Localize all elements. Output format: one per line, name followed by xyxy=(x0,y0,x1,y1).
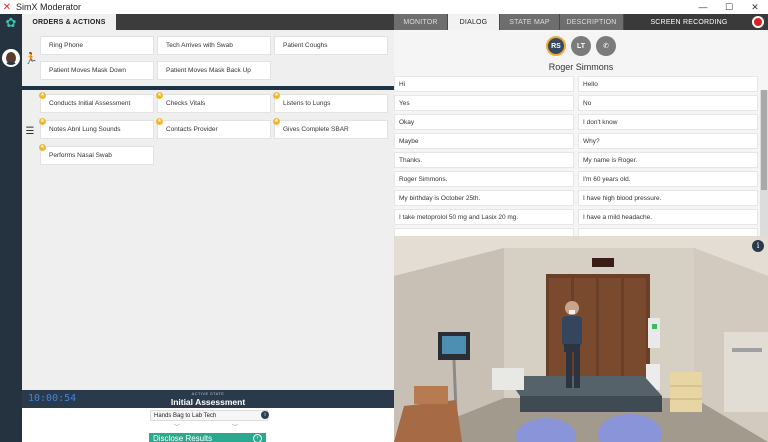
check-vitals[interactable]: ★ Checks Vitals xyxy=(156,92,271,113)
window-controls: — ☐ ✕ xyxy=(690,0,768,14)
title-bar: ✕ SimX Moderator — ☐ ✕ xyxy=(0,0,768,14)
record-icon xyxy=(752,16,764,28)
dialog-line[interactable]: No xyxy=(578,95,758,111)
phone-icon[interactable]: ✆ xyxy=(596,36,616,56)
dialog-line[interactable]: My birthday is October 25th. xyxy=(394,190,574,206)
chevron-down-icon[interactable]: ﹀ xyxy=(232,422,238,431)
star-badge-icon: ★ xyxy=(273,92,280,99)
dialog-line[interactable]: Thanks. xyxy=(394,152,574,168)
check-contacts-provider[interactable]: ★ Contacts Provider xyxy=(156,118,271,139)
tab-state-map[interactable]: STATE MAP xyxy=(500,14,560,30)
check-listens-lungs[interactable]: ★ Listens to Lungs xyxy=(273,92,388,113)
check-abnl-lung-sounds[interactable]: ★ Notes Abnl Lung Sounds xyxy=(39,118,154,139)
star-badge-icon: ★ xyxy=(156,92,163,99)
dialog-line[interactable]: Roger Simmons. xyxy=(394,171,574,187)
close-button[interactable]: ✕ xyxy=(742,0,768,14)
simulation-viewport[interactable]: i xyxy=(394,236,768,442)
active-state-value: Initial Assessment xyxy=(170,397,246,407)
chevron-down-icon[interactable]: ﹀ xyxy=(174,422,180,431)
action-ring-phone[interactable]: Ring Phone xyxy=(40,36,154,55)
participant-lt[interactable]: LT xyxy=(571,36,591,56)
screen-recording-label[interactable]: SCREEN RECORDING xyxy=(630,14,748,30)
state-transition-pane: Hands Bag to Lab Tech i ﹀ ﹀ Disclose Res… xyxy=(22,408,394,442)
action-mask-down[interactable]: Patient Moves Mask Down xyxy=(40,61,154,80)
dialog-line[interactable]: Hello xyxy=(578,76,758,92)
check-initial-assessment[interactable]: ★ Conducts Initial Assessment xyxy=(39,92,154,113)
disclose-results-button[interactable]: Disclose Results › xyxy=(149,433,266,442)
checklist-icon: ☰ xyxy=(25,126,35,137)
check-nasal-swab[interactable]: ★ Performs Nasal Swab xyxy=(39,144,154,165)
dialog-line[interactable]: I have a mild headache. xyxy=(578,209,758,225)
dialog-line[interactable]: I don't know xyxy=(578,114,758,130)
dialog-line[interactable]: Maybe xyxy=(394,133,574,149)
star-badge-icon: ★ xyxy=(39,144,46,151)
active-state-label: ACTIVE STATE xyxy=(191,391,225,396)
patient-avatar[interactable] xyxy=(2,49,20,67)
dialog-line[interactable]: I'm 60 years old. xyxy=(578,171,758,187)
dialog-line[interactable]: Hi xyxy=(394,76,574,92)
dialog-line[interactable]: Okay xyxy=(394,114,574,130)
check-sbar[interactable]: ★ Gives Complete SBAR xyxy=(273,118,388,139)
info-icon[interactable]: i xyxy=(752,240,764,252)
left-rail: ✿ xyxy=(0,14,22,442)
maximize-button[interactable]: ☐ xyxy=(716,0,742,14)
dialog-line[interactable]: I have high blood pressure. xyxy=(578,190,758,206)
participant-avatars: RS LT ✆ xyxy=(394,36,768,58)
scrollbar-thumb[interactable] xyxy=(761,90,767,190)
dialog-scrollbar[interactable] xyxy=(760,90,768,236)
tab-description[interactable]: DESCRIPTION xyxy=(560,14,624,30)
state-bar: 10:00:54 ACTIVE STATE Initial Assessment xyxy=(22,390,394,408)
star-badge-icon: ★ xyxy=(273,118,280,125)
avatar-shirt xyxy=(4,62,18,65)
minimize-button[interactable]: — xyxy=(690,0,716,14)
dialog-line-partial[interactable] xyxy=(578,228,758,236)
action-tech-arrives[interactable]: Tech Arrives with Swab xyxy=(157,36,271,55)
left-nav-fill xyxy=(116,14,394,30)
gear-icon[interactable]: ✿ xyxy=(4,16,18,30)
dialog-pane: RS LT ✆ Roger Simmons Hi Hello Yes No Ok… xyxy=(394,30,768,236)
simx-logo-icon: ✕ xyxy=(2,1,12,13)
record-button[interactable] xyxy=(748,14,768,30)
participant-rs[interactable]: RS xyxy=(546,36,566,56)
right-nav: MONITOR DIALOG STATE MAP DESCRIPTION SCR… xyxy=(394,14,768,30)
star-badge-icon: ★ xyxy=(156,118,163,125)
dialog-line[interactable]: My name is Roger. xyxy=(578,152,758,168)
star-badge-icon: ★ xyxy=(39,92,46,99)
patient-name: Roger Simmons xyxy=(548,62,614,72)
dialog-line[interactable]: Why? xyxy=(578,133,758,149)
transition-select[interactable]: Hands Bag to Lab Tech xyxy=(150,410,268,421)
running-person-icon: 🏃 xyxy=(24,53,38,65)
dialog-line[interactable]: I take metoprolol 50 mg and Lasix 20 mg. xyxy=(394,209,574,225)
orders-actions-pane: 🏃 Ring Phone Tech Arrives with Swab Pati… xyxy=(22,30,394,390)
action-patient-coughs[interactable]: Patient Coughs xyxy=(274,36,388,55)
info-icon[interactable]: i xyxy=(261,411,269,419)
actions-zone: 🏃 Ring Phone Tech Arrives with Swab Pati… xyxy=(22,30,394,86)
tab-dialog[interactable]: DIALOG xyxy=(448,14,500,30)
tab-monitor[interactable]: MONITOR xyxy=(394,14,448,30)
window-title: SimX Moderator xyxy=(16,2,82,12)
dialog-line[interactable]: Yes xyxy=(394,95,574,111)
arrow-right-icon: › xyxy=(253,434,262,442)
tab-orders-actions[interactable]: ORDERS & ACTIONS xyxy=(22,14,116,30)
left-nav: ORDERS & ACTIONS xyxy=(22,14,394,30)
dialog-line-partial[interactable] xyxy=(394,228,574,236)
hospital-room-scene xyxy=(394,236,768,442)
star-badge-icon: ★ xyxy=(39,118,46,125)
checklist-zone: ☰ ★ Conducts Initial Assessment ★ Checks V… xyxy=(22,90,394,210)
action-mask-up[interactable]: Patient Moves Mask Back Up xyxy=(157,61,271,80)
